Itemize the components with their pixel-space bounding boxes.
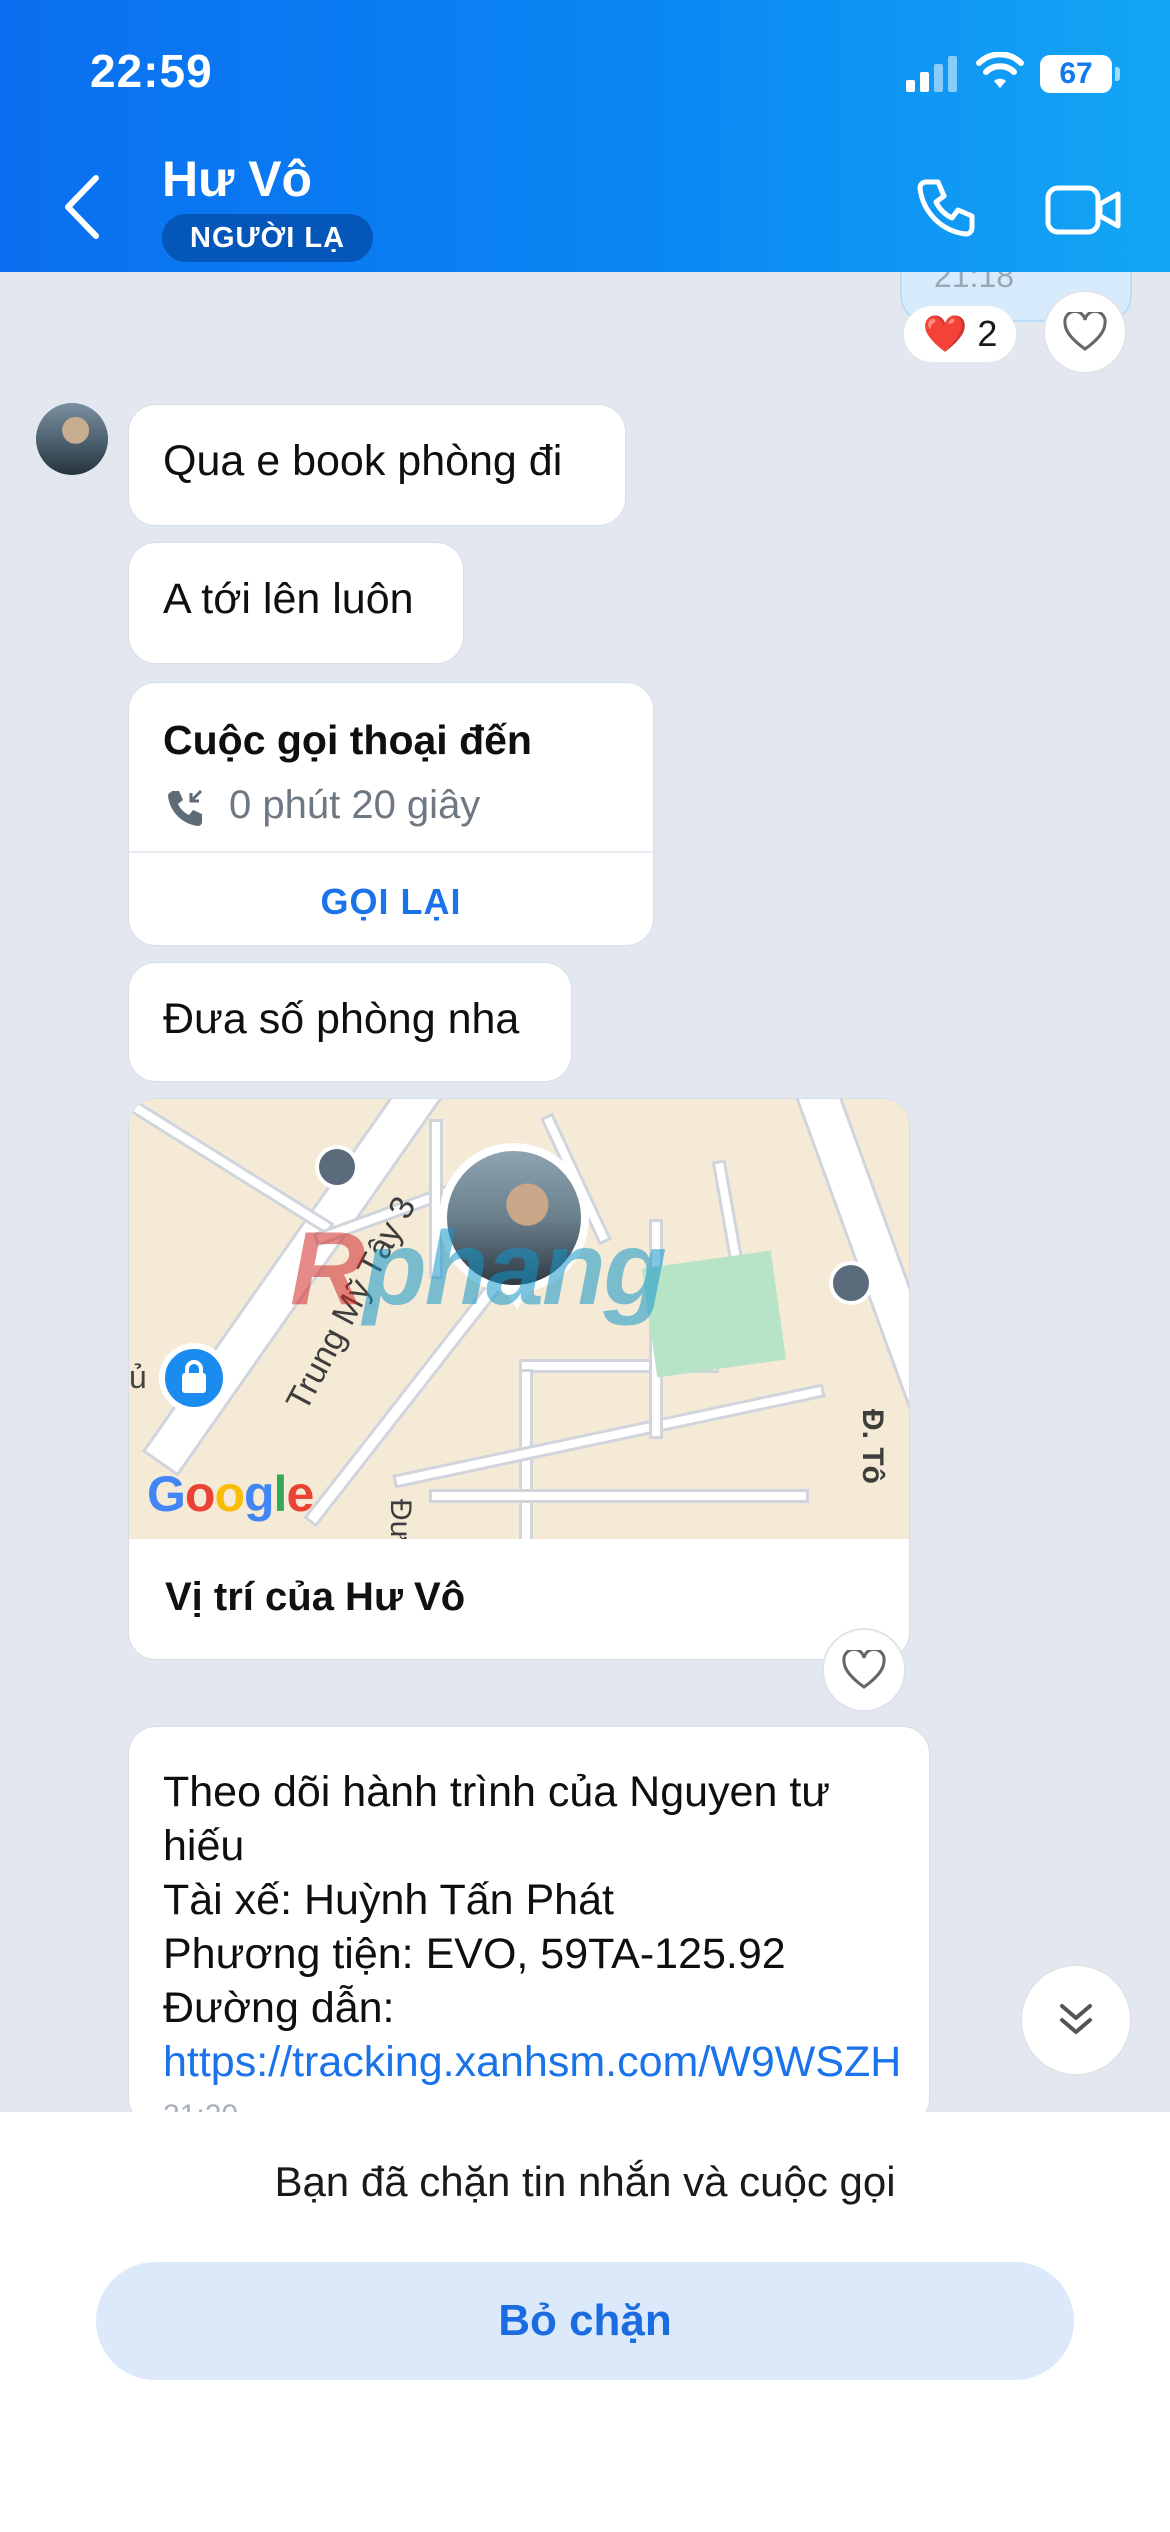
map-road [786, 1099, 909, 1525]
tracking-link[interactable]: https://tracking.xanhsm.com/W9WSZH [163, 2038, 901, 2086]
message-text: Theo dõi hành trình của Nguyen tư hiếu [163, 1768, 831, 1870]
unblock-button[interactable]: Bỏ chặn [96, 2262, 1074, 2380]
watermark-logo: Rphang [290, 1211, 667, 1327]
location-title: Vị trí của Hư Vô [165, 1575, 466, 1619]
message-bubble[interactable]: Qua e book phòng đi [128, 404, 626, 526]
chat-screen: 22:59 67 Hư Vô NGƯỜI LẠ 21:18 ❤️ 2 Qua e… [0, 0, 1170, 2532]
location-card[interactable]: ủ Trung Mỹ Tây 3 Đường Đ. Tô Google Vị t… [128, 1098, 910, 1660]
status-time: 22:59 [90, 45, 213, 97]
battery-indicator: 67 [1040, 55, 1120, 93]
blocked-notice: Bạn đã chặn tin nhắn và cuộc gọi [274, 2158, 896, 2205]
heart-outline-icon [842, 1650, 886, 1689]
incoming-call-card[interactable]: Cuộc gọi thoại đến 0 phút 20 giây GỌI LẠ… [128, 682, 654, 946]
chat-header: 22:59 67 Hư Vô NGƯỜI LẠ [0, 0, 1170, 272]
message-text: Phương tiện: EVO, 59TA-125.92 [163, 1930, 786, 1978]
map-road [392, 1383, 826, 1489]
map-road [429, 1489, 809, 1503]
message-text: Qua e book phòng đi [163, 437, 563, 485]
bus-stop-icon [829, 1261, 873, 1305]
bus-stop-icon [315, 1145, 359, 1189]
contact-name[interactable]: Hư Vô [162, 150, 312, 208]
wifi-icon [976, 52, 1024, 88]
reaction-pill[interactable]: ❤️ 2 [904, 306, 1016, 362]
message-text: Đường dẫn: https://tracking.xanhsm.com/W… [163, 1984, 902, 2086]
message-text: Đưa số phòng nha [163, 995, 520, 1043]
contact-avatar[interactable] [36, 403, 108, 475]
map-label: ủ [129, 1359, 147, 1395]
react-heart-button[interactable] [1043, 290, 1127, 374]
call-back-button[interactable]: GỌI LẠI [129, 881, 653, 923]
video-camera-icon[interactable] [1044, 176, 1124, 242]
shopping-bag-icon [159, 1343, 229, 1413]
message-text: A tới lên luôn [163, 575, 414, 623]
stranger-badge: NGƯỜI LẠ [162, 214, 374, 262]
double-chevron-down-icon [1060, 2004, 1092, 2034]
heart-emoji-icon: ❤️ [922, 313, 968, 354]
message-text: Tài xế: Huỳnh Tấn Phát [163, 1876, 614, 1924]
reaction-count: 2 [977, 313, 998, 354]
map-street-label: Đ. Tô [856, 1409, 889, 1484]
back-chevron-icon[interactable] [58, 172, 108, 242]
google-logo: Google [147, 1466, 314, 1522]
scroll-to-bottom-button[interactable] [1020, 1964, 1132, 2076]
message-bubble[interactable]: Đưa số phòng nha [128, 962, 572, 1082]
incoming-call-icon [168, 789, 203, 826]
map-street-label: Đường [383, 1499, 417, 1539]
message-bubble[interactable]: A tới lên luôn [128, 542, 464, 664]
tracking-message-bubble[interactable]: Theo dõi hành trình của Nguyen tư hiếu T… [128, 1726, 930, 2126]
call-duration: 0 phút 20 giây [229, 783, 481, 827]
signal-icon [906, 56, 958, 92]
react-heart-button[interactable] [822, 1628, 906, 1712]
divider [129, 851, 653, 853]
heart-outline-icon [1063, 312, 1107, 351]
phone-icon[interactable] [912, 176, 978, 242]
call-title: Cuộc gọi thoại đến [163, 717, 532, 763]
